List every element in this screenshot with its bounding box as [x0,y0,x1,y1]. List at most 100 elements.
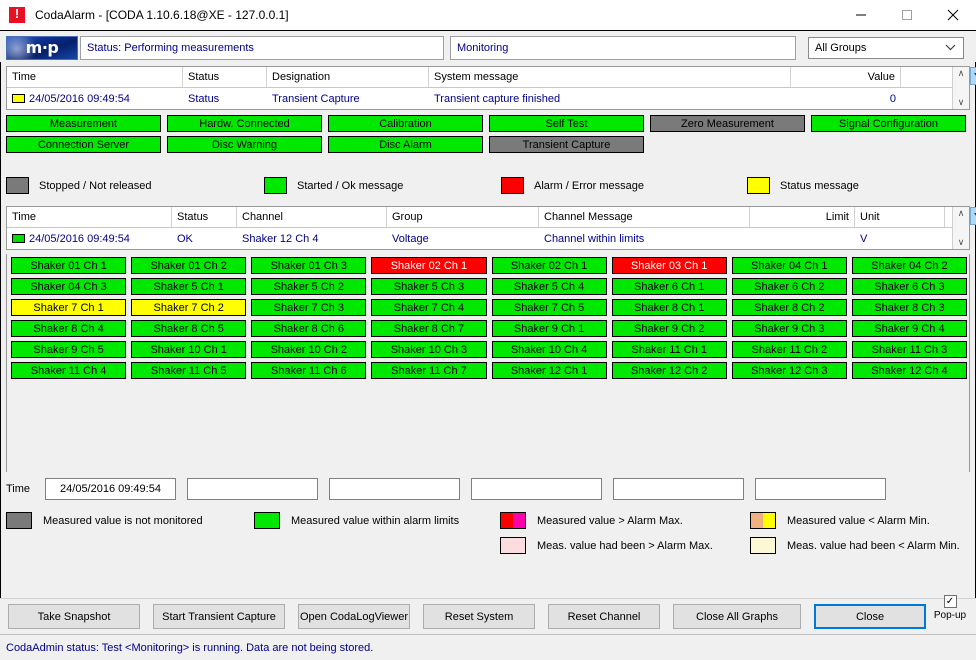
channel-cell[interactable]: Shaker 12 Ch 3 [731,362,847,379]
channel-cell[interactable]: Shaker 11 Ch 2 [731,341,847,358]
channel-cell[interactable]: Shaker 11 Ch 4 [11,362,127,379]
channel-cell[interactable]: Shaker 04 Ch 1 [731,257,847,274]
system-log-table[interactable]: Time Status Designation System message V… [6,66,976,110]
time-value-field-4[interactable] [613,478,744,500]
channel-cell[interactable]: Shaker 12 Ch 1 [491,362,607,379]
sysbtn-measurement[interactable]: Measurement [6,115,161,132]
alarm-legend-label-3: Measured value < Alarm Min. [787,514,930,527]
channel-cell[interactable]: Shaker 11 Ch 3 [851,341,967,358]
channel-cell[interactable]: Shaker 6 Ch 1 [611,278,727,295]
scroll-up-icon[interactable]: ∧ [958,69,965,78]
reset-system-button[interactable]: Reset System [423,604,535,629]
channel-log-expand-button[interactable] [970,207,976,225]
start-transient-capture-button[interactable]: Start Transient Capture [153,604,285,629]
channel-cell[interactable]: Shaker 5 Ch 1 [131,278,247,295]
sysbtn-connection-server[interactable]: Connection Server [6,136,161,153]
channel-cell[interactable]: Shaker 8 Ch 4 [11,320,127,337]
channel-cell[interactable]: Shaker 10 Ch 3 [371,341,487,358]
time-value-field-5[interactable] [755,478,886,500]
time-value-field-3[interactable] [471,478,602,500]
legend-item-stopped: Stopped / Not released [6,177,264,194]
channel-cell[interactable]: Shaker 01 Ch 1 [11,257,127,274]
channel-cell[interactable]: Shaker 9 Ch 4 [851,320,967,337]
channel-cell[interactable]: Shaker 8 Ch 5 [131,320,247,337]
system-status-row-2: Connection Server Disc Warning Disc Alar… [6,136,970,153]
channel-cell[interactable]: Shaker 9 Ch 2 [611,320,727,337]
channel-cell[interactable]: Shaker 5 Ch 4 [491,278,607,295]
channel-cell[interactable]: Shaker 11 Ch 6 [251,362,367,379]
open-codalogviewer-button[interactable]: Open CodaLogViewer [298,604,410,629]
sysbtn-zero-measurement[interactable]: Zero Measurement [650,115,805,132]
channel-cell[interactable]: Shaker 5 Ch 3 [371,278,487,295]
channel-log-scrollbar[interactable]: ∧ ∨ [952,207,969,249]
channel-cell[interactable]: Shaker 7 Ch 4 [371,299,487,316]
popup-checkbox[interactable]: ✓ [943,595,957,608]
system-log-scrollbar[interactable]: ∧ ∨ [952,67,969,109]
channel-cell[interactable]: Shaker 8 Ch 1 [611,299,727,316]
channel-cell[interactable]: Shaker 9 Ch 3 [731,320,847,337]
channel-cell[interactable]: Shaker 04 Ch 2 [851,257,967,274]
sysbtn-hardware-connected[interactable]: Hardw. Connected [167,115,322,132]
system-log-expand-button[interactable] [970,67,976,85]
sysbtn-calibration[interactable]: Calibration [328,115,483,132]
channel-cell[interactable]: Shaker 10 Ch 4 [491,341,607,358]
legend-swatch-yellow-icon [747,177,770,194]
channel-cell[interactable]: Shaker 7 Ch 5 [491,299,607,316]
monitoring-text-field: Monitoring [450,36,796,60]
channel-cell[interactable]: Shaker 04 Ch 3 [11,278,127,295]
close-button[interactable]: Close [814,604,926,629]
sysbtn-disc-warning[interactable]: Disc Warning [167,136,322,153]
channel-cell[interactable]: Shaker 6 Ch 3 [851,278,967,295]
channel-cell[interactable]: Shaker 8 Ch 3 [851,299,967,316]
channel-cell[interactable]: Shaker 10 Ch 1 [131,341,247,358]
channel-cell[interactable]: Shaker 12 Ch 2 [611,362,727,379]
time-value-field-0[interactable]: 24/05/2016 09:49:54 [45,478,176,500]
scroll-up-icon[interactable]: ∧ [958,209,965,218]
group-filter-combobox[interactable]: All Groups [808,37,964,59]
system-log-header-row: Time Status Designation System message V… [7,67,952,88]
table-row[interactable]: 24/05/2016 09:49:54 Status Transient Cap… [7,88,952,109]
window-title: CodaAlarm - [CODA 1.10.6.18@XE - 127.0.0… [35,8,289,22]
system-log-body: Time Status Designation System message V… [7,67,952,109]
channel-cell[interactable]: Shaker 11 Ch 1 [611,341,727,358]
sysbtn-signal-configuration[interactable]: Signal Configuration [811,115,966,132]
channel-cell[interactable]: Shaker 7 Ch 2 [131,299,247,316]
channel-cell[interactable]: Shaker 9 Ch 1 [491,320,607,337]
table-row[interactable]: 24/05/2016 09:49:54 OK Shaker 12 Ch 4 Vo… [7,228,952,249]
channel-cell[interactable]: Shaker 9 Ch 5 [11,341,127,358]
channel-cell[interactable]: Shaker 02 Ch 1 [491,257,607,274]
channel-cell[interactable]: Shaker 8 Ch 6 [251,320,367,337]
channel-cell[interactable]: Shaker 11 Ch 7 [371,362,487,379]
sysbtn-self-test[interactable]: Self Test [489,115,644,132]
channel-log-table[interactable]: Time Status Channel Group Channel Messag… [6,206,976,250]
legend-item-started: Started / Ok message [264,177,501,194]
reset-channel-button[interactable]: Reset Channel [548,604,660,629]
sysbtn-transient-capture[interactable]: Transient Capture [489,136,644,153]
status-swatch-icon [12,94,25,103]
channel-cell[interactable]: Shaker 03 Ch 1 [611,257,727,274]
scroll-down-icon[interactable]: ∨ [958,238,965,247]
time-value-field-2[interactable] [329,478,460,500]
channel-cell[interactable]: Shaker 12 Ch 4 [851,362,967,379]
channel-cell[interactable]: Shaker 6 Ch 2 [731,278,847,295]
channel-cell[interactable]: Shaker 7 Ch 1 [11,299,127,316]
channel-cell[interactable]: Shaker 5 Ch 2 [251,278,367,295]
minimize-button[interactable] [838,0,884,30]
take-snapshot-button[interactable]: Take Snapshot [8,604,140,629]
channel-cell[interactable]: Shaker 02 Ch 1 [371,257,487,274]
channel-cell[interactable]: Shaker 01 Ch 3 [251,257,367,274]
legend-item-alarm: Alarm / Error message [501,177,747,194]
channel-cell[interactable]: Shaker 01 Ch 2 [131,257,247,274]
sysbtn-disc-alarm[interactable]: Disc Alarm [328,136,483,153]
channel-cell[interactable]: Shaker 7 Ch 3 [251,299,367,316]
channel-cell[interactable]: Shaker 10 Ch 2 [251,341,367,358]
channel-cell[interactable]: Shaker 8 Ch 7 [371,320,487,337]
scroll-down-icon[interactable]: ∨ [958,98,965,107]
close-button[interactable] [930,0,976,30]
channel-cell[interactable]: Shaker 8 Ch 2 [731,299,847,316]
time-value-field-1[interactable] [187,478,318,500]
close-all-graphs-button[interactable]: Close All Graphs [673,604,801,629]
channel-cell[interactable]: Shaker 11 Ch 5 [131,362,247,379]
maximize-button[interactable] [884,0,930,30]
alarm-legend: Measured value is not monitored Measured… [6,512,970,562]
